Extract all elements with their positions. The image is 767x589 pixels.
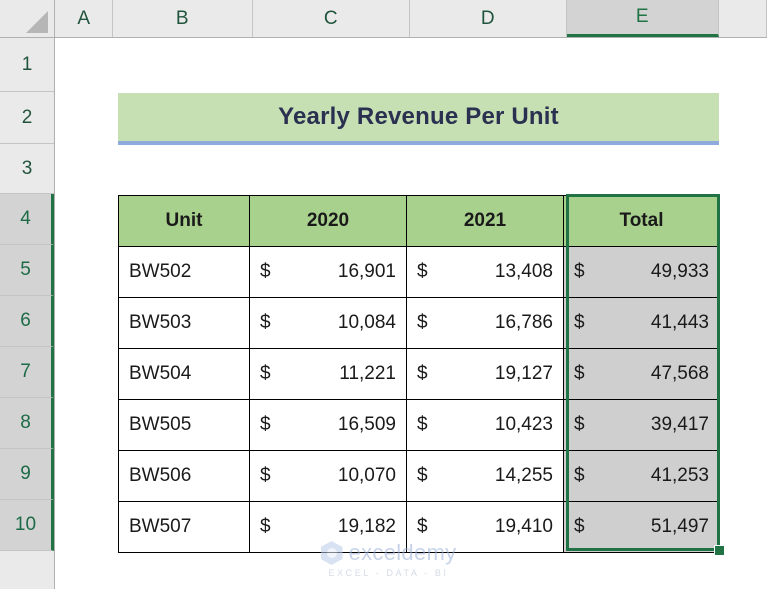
column-header-e[interactable]: E <box>567 0 719 37</box>
column-header-2021[interactable]: 2021 <box>406 195 564 247</box>
row-header-10[interactable]: 10 <box>0 500 54 551</box>
spreadsheet-canvas: Yearly Revenue Per Unit Unit 2020 2021 T… <box>0 0 767 589</box>
column-header-2020[interactable]: 2020 <box>249 195 407 247</box>
amount-value: 39,417 <box>650 414 709 435</box>
currency-symbol: $ <box>417 312 428 333</box>
amount-value: 10,070 <box>337 465 396 486</box>
watermark-tagline: EXCEL - DATA - BI <box>328 568 449 578</box>
amount-value: 10,084 <box>337 312 396 333</box>
revenue-table: Unit 2020 2021 Total BW502 $16,901 $13,4… <box>118 195 720 553</box>
table-header-row: Unit 2020 2021 Total <box>118 195 720 247</box>
table-row[interactable]: BW505 $16,509 $10,423 $39,417 <box>118 399 720 451</box>
column-header-c[interactable]: C <box>253 0 410 37</box>
amount-value: 41,443 <box>650 312 709 333</box>
cell-2021[interactable]: $16,786 <box>406 297 564 349</box>
amount-value: 16,901 <box>337 261 396 282</box>
cell-2021[interactable]: $14,255 <box>406 450 564 502</box>
column-header-strip: ABCDE <box>0 0 767 38</box>
amount-value: 49,933 <box>650 261 709 282</box>
amount-value: 19,182 <box>337 516 396 537</box>
amount-value: 13,408 <box>494 261 553 282</box>
cell-2021[interactable]: $13,408 <box>406 246 564 298</box>
currency-symbol: $ <box>574 363 585 384</box>
row-header-6[interactable]: 6 <box>0 296 54 347</box>
exceldemy-logo-icon <box>320 541 343 565</box>
currency-symbol: $ <box>417 414 428 435</box>
watermark-name: exceldemy <box>348 540 457 565</box>
currency-symbol: $ <box>260 261 271 282</box>
column-header-total[interactable]: Total <box>563 195 720 247</box>
cell-2021[interactable]: $19,127 <box>406 348 564 400</box>
amount-value: 16,509 <box>337 414 396 435</box>
cell-total[interactable]: $49,933 <box>563 246 720 298</box>
row-header-8[interactable]: 8 <box>0 398 54 449</box>
column-header-b[interactable]: B <box>113 0 253 37</box>
cell-2020[interactable]: $10,070 <box>249 450 407 502</box>
currency-symbol: $ <box>417 261 428 282</box>
currency-symbol: $ <box>260 312 271 333</box>
row-header-7[interactable]: 7 <box>0 347 54 398</box>
title-banner-cell[interactable]: Yearly Revenue Per Unit <box>118 93 719 145</box>
cell-unit[interactable]: BW505 <box>118 399 250 451</box>
cell-total[interactable]: $51,497 <box>563 501 720 553</box>
currency-symbol: $ <box>574 261 585 282</box>
cell-2020[interactable]: $16,901 <box>249 246 407 298</box>
cell-total[interactable]: $47,568 <box>563 348 720 400</box>
column-header-a[interactable]: A <box>56 0 113 37</box>
currency-symbol: $ <box>417 363 428 384</box>
row-header-4[interactable]: 4 <box>0 194 54 245</box>
fill-handle[interactable] <box>714 545 725 556</box>
amount-value: 19,127 <box>494 363 553 384</box>
currency-symbol: $ <box>260 363 271 384</box>
amount-value: 14,255 <box>494 465 553 486</box>
row-header-3[interactable]: 3 <box>0 144 54 194</box>
currency-symbol: $ <box>417 516 428 537</box>
row-header-1[interactable]: 1 <box>0 38 54 92</box>
cell-total[interactable]: $41,443 <box>563 297 720 349</box>
page-title: Yearly Revenue Per Unit <box>278 103 559 130</box>
table-body: BW502 $16,901 $13,408 $49,933 BW503 $10,… <box>118 246 720 553</box>
amount-value: 41,253 <box>650 465 709 486</box>
cell-2020[interactable]: $16,509 <box>249 399 407 451</box>
cell-unit[interactable]: BW507 <box>118 501 250 553</box>
amount-value: 47,568 <box>650 363 709 384</box>
column-header-d[interactable]: D <box>410 0 567 37</box>
cell-unit[interactable]: BW504 <box>118 348 250 400</box>
currency-symbol: $ <box>260 516 271 537</box>
currency-symbol: $ <box>260 465 271 486</box>
cell-unit[interactable]: BW503 <box>118 297 250 349</box>
cell-unit[interactable]: BW506 <box>118 450 250 502</box>
watermark: exceldemy EXCEL - DATA - BI <box>296 540 481 578</box>
row-header-2[interactable]: 2 <box>0 92 54 144</box>
currency-symbol: $ <box>574 312 585 333</box>
cell-total[interactable]: $39,417 <box>563 399 720 451</box>
cell-2020[interactable]: $10,084 <box>249 297 407 349</box>
select-all-triangle-icon <box>26 11 48 33</box>
cell-2021[interactable]: $10,423 <box>406 399 564 451</box>
amount-value: 11,221 <box>339 363 396 384</box>
currency-symbol: $ <box>260 414 271 435</box>
cell-2020[interactable]: $11,221 <box>249 348 407 400</box>
select-all-corner[interactable] <box>0 0 55 37</box>
cell-unit[interactable]: BW502 <box>118 246 250 298</box>
currency-symbol: $ <box>574 516 585 537</box>
table-row[interactable]: BW506 $10,070 $14,255 $41,253 <box>118 450 720 502</box>
table-row[interactable]: BW503 $10,084 $16,786 $41,443 <box>118 297 720 349</box>
amount-value: 16,786 <box>494 312 553 333</box>
amount-value: 19,410 <box>494 516 553 537</box>
currency-symbol: $ <box>417 465 428 486</box>
currency-symbol: $ <box>574 414 585 435</box>
table-row[interactable]: BW502 $16,901 $13,408 $49,933 <box>118 246 720 298</box>
cell-total[interactable]: $41,253 <box>563 450 720 502</box>
row-header-5[interactable]: 5 <box>0 245 54 296</box>
column-header-unit[interactable]: Unit <box>118 195 250 247</box>
table-row[interactable]: BW504 $11,221 $19,127 $47,568 <box>118 348 720 400</box>
amount-value: 51,497 <box>650 516 709 537</box>
amount-value: 10,423 <box>494 414 553 435</box>
currency-symbol: $ <box>574 465 585 486</box>
column-header-empty[interactable] <box>719 0 767 37</box>
row-header-9[interactable]: 9 <box>0 449 54 500</box>
row-header-strip: 1 2 3 4 5 6 7 8 9 10 <box>0 38 55 589</box>
